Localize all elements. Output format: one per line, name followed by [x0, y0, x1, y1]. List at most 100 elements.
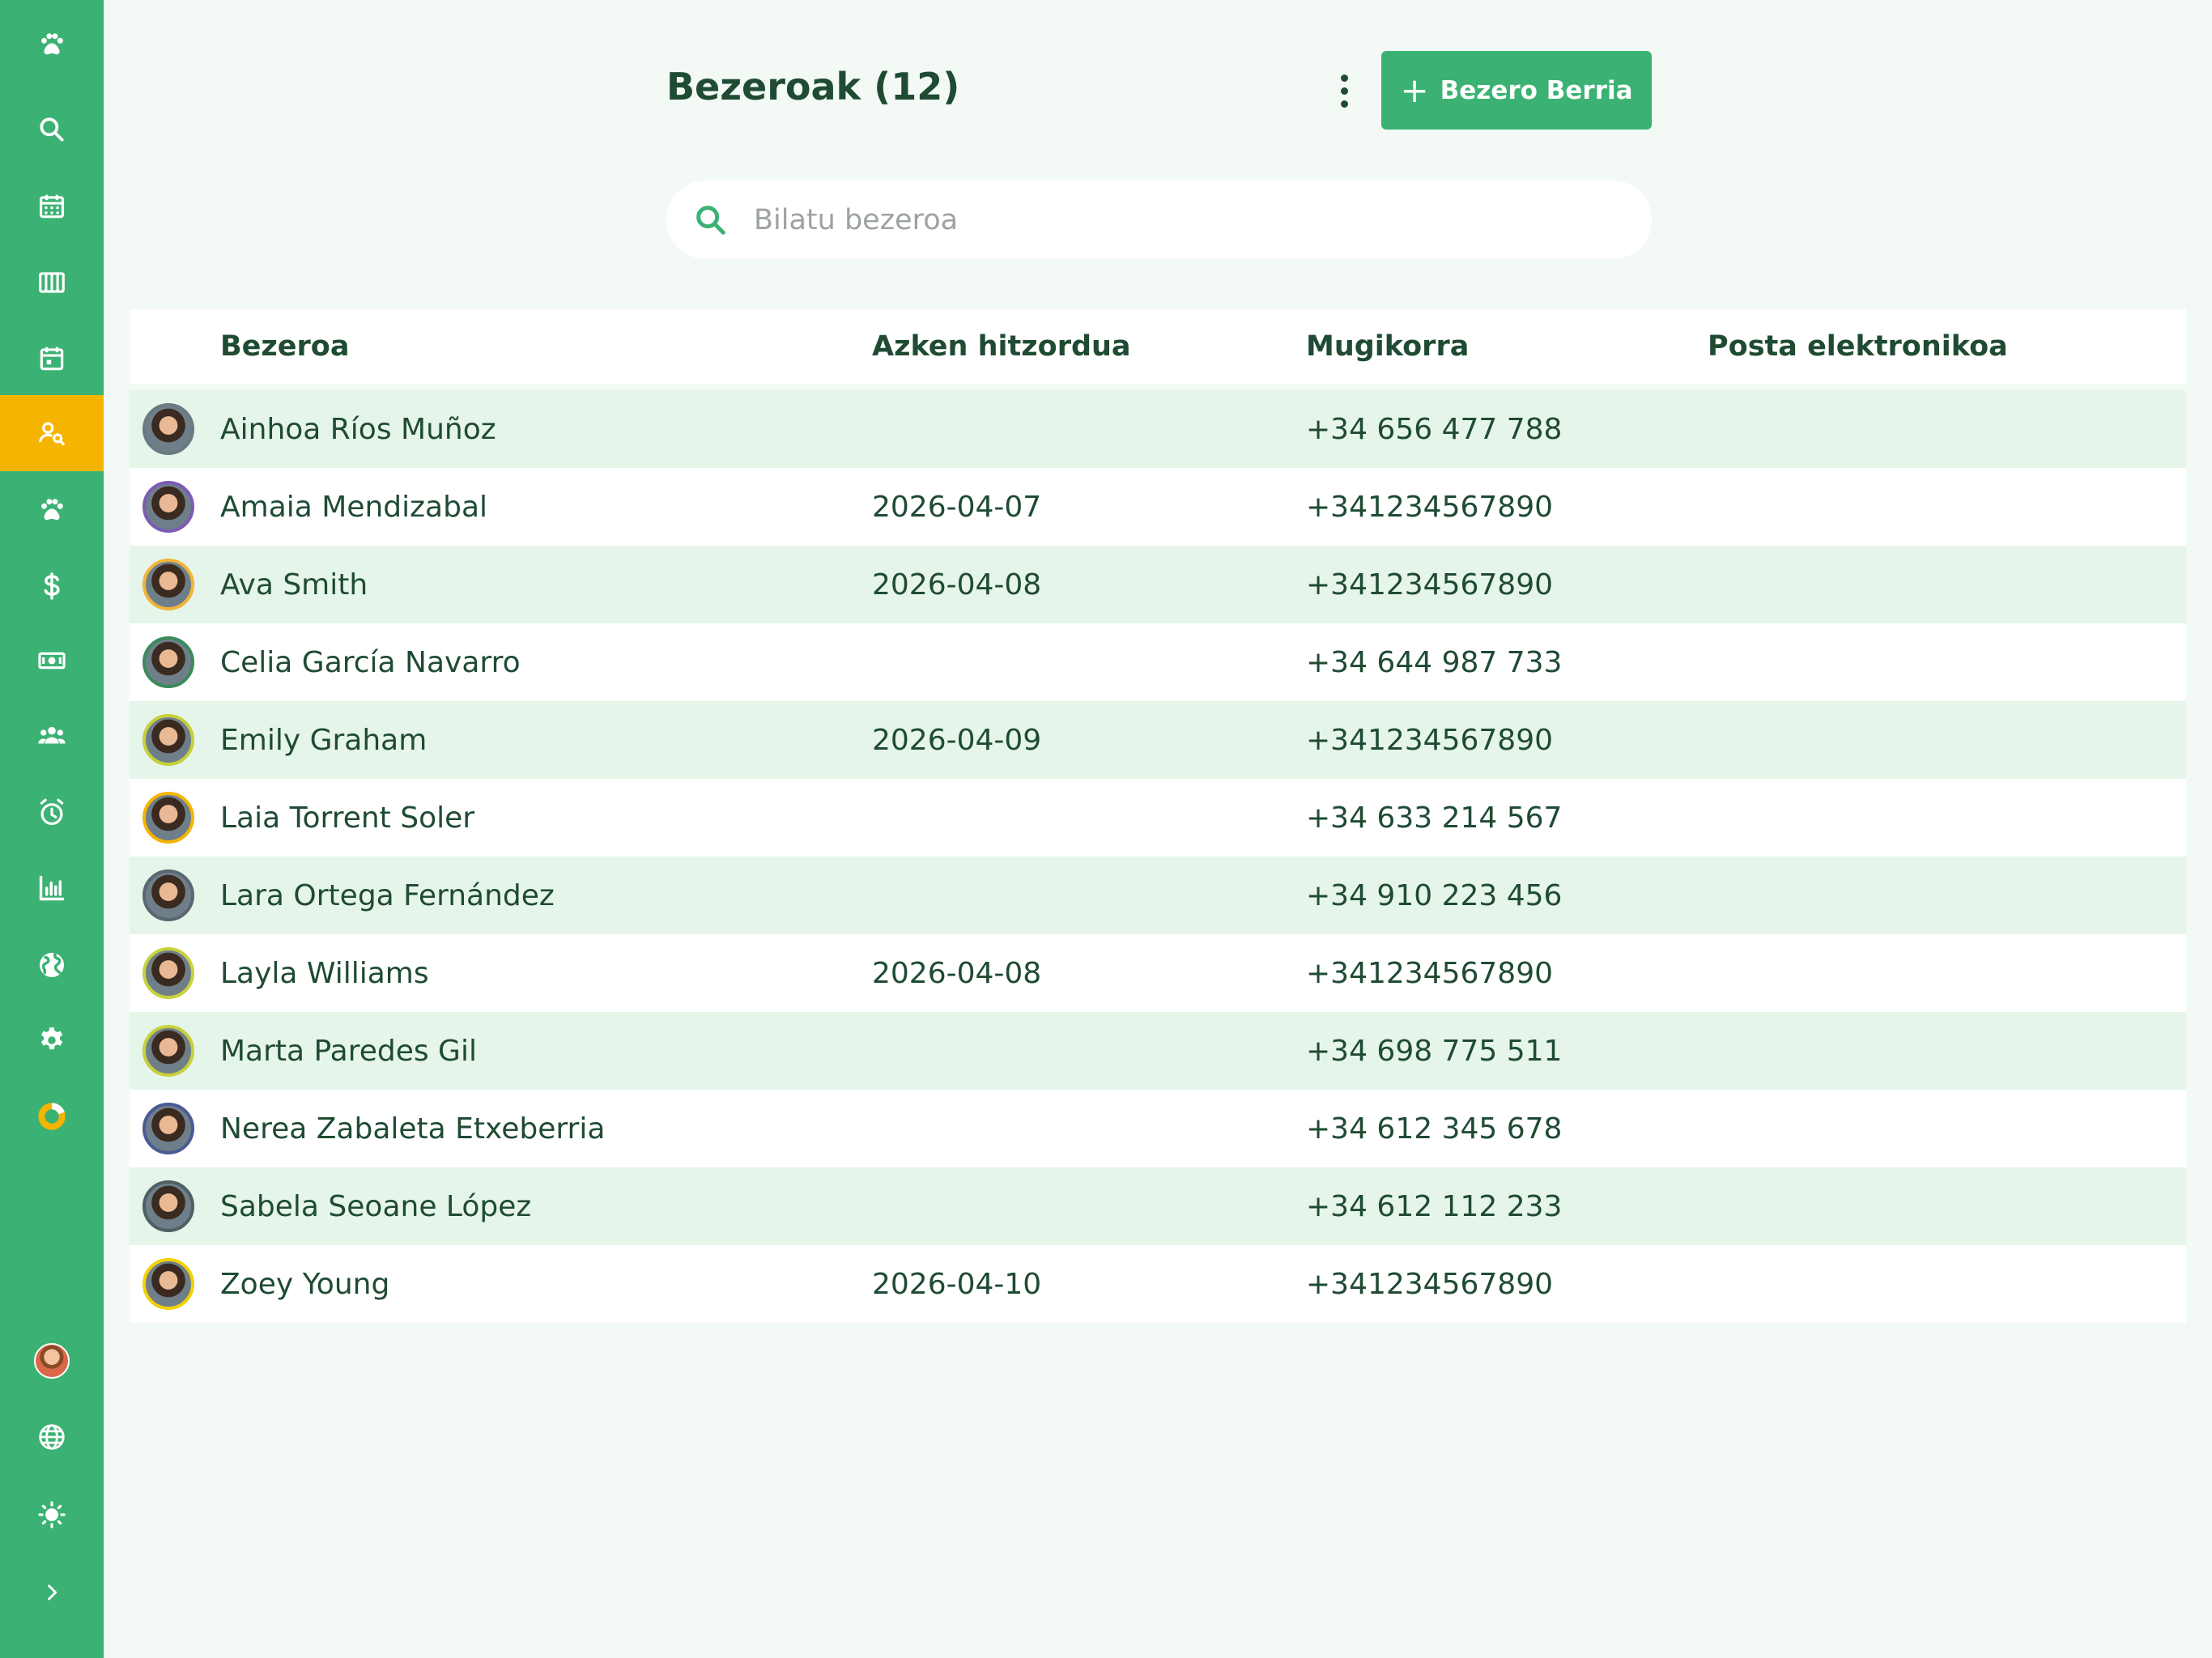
user-avatar	[34, 1343, 70, 1379]
table-header: Bezeroa Azken hitzordua Mugikorra Posta …	[130, 309, 2186, 384]
sidebar-item-cash[interactable]	[0, 623, 104, 699]
sidebar-item-progress[interactable]	[0, 1078, 104, 1154]
plus-icon: +	[1400, 70, 1429, 110]
client-name: Celia García Navarro	[220, 645, 521, 679]
settings-icon	[40, 1027, 63, 1050]
column-header-last-appointment[interactable]: Azken hitzordua	[872, 330, 1131, 363]
client-avatar	[143, 1180, 194, 1232]
sidebar-item-billing[interactable]	[0, 548, 104, 624]
alarm-icon	[40, 798, 64, 826]
sidebar-item-settings[interactable]	[0, 1002, 104, 1078]
globe-filled-icon	[39, 952, 65, 978]
more-options-button[interactable]	[1328, 68, 1360, 113]
client-avatar	[143, 559, 194, 610]
add-client-label: Bezero Berria	[1440, 75, 1633, 105]
client-name: Ainhoa Ríos Muñoz	[220, 412, 496, 446]
mobile-number: +34 910 223 456	[1306, 878, 1563, 912]
client-name: Emily Graham	[220, 723, 428, 757]
search-icon	[40, 117, 64, 142]
client-avatar	[143, 481, 194, 533]
column-header-email[interactable]: Posta elektronikoa	[1708, 330, 2008, 363]
column-header-mobile[interactable]: Mugikorra	[1306, 330, 1469, 363]
client-name: Laia Torrent Soler	[220, 801, 475, 835]
sidebar-item-board[interactable]	[0, 244, 104, 321]
language-globe-icon	[39, 1424, 65, 1450]
sidebar-theme[interactable]	[0, 1477, 104, 1553]
last-appointment: 2026-04-10	[872, 1267, 1042, 1301]
chevron-right-icon	[48, 1584, 57, 1601]
client-name: Zoey Young	[220, 1267, 390, 1301]
calendar-day-icon	[40, 346, 64, 371]
columns-icon	[39, 272, 65, 293]
paw-icon	[41, 33, 63, 55]
sidebar-item-calendar[interactable]	[0, 168, 104, 244]
sidebar-language[interactable]	[0, 1399, 104, 1475]
client-name: Marta Paredes Gil	[220, 1034, 477, 1068]
sidebar-item-clients[interactable]	[0, 395, 104, 471]
client-avatar	[143, 792, 194, 844]
client-name: Ava Smith	[220, 568, 368, 602]
last-appointment: 2026-04-08	[872, 568, 1042, 602]
table-row[interactable]: Nerea Zabaleta Etxeberria +34 612 345 678	[130, 1090, 2186, 1167]
mobile-number: +34 633 214 567	[1306, 801, 1563, 835]
table-row[interactable]: Laia Torrent Soler +34 633 214 567	[130, 779, 2186, 857]
mobile-number: +34 698 775 511	[1306, 1034, 1563, 1068]
table-row[interactable]: Celia García Navarro +34 644 987 733	[130, 623, 2186, 701]
mobile-number: +34 656 477 788	[1306, 412, 1563, 446]
table-row[interactable]: Ainhoa Ríos Muñoz +34 656 477 788	[130, 390, 2186, 468]
sidebar-item-reminders[interactable]	[0, 775, 104, 851]
client-name: Lara Ortega Fernández	[220, 878, 555, 912]
mobile-number: +341234567890	[1306, 723, 1554, 757]
sidebar-item-agenda[interactable]	[0, 321, 104, 397]
client-avatar	[143, 403, 194, 455]
brightness-icon	[38, 1501, 66, 1528]
client-avatar	[143, 1103, 194, 1154]
cash-icon	[38, 652, 66, 670]
client-name: Nerea Zabaleta Etxeberria	[220, 1112, 606, 1146]
mobile-number: +34 644 987 733	[1306, 645, 1563, 679]
mobile-number: +34 612 112 233	[1306, 1189, 1563, 1223]
table-row[interactable]: Layla Williams 2026-04-08 +341234567890	[130, 934, 2186, 1012]
sidebar-item-web[interactable]	[0, 927, 104, 1003]
progress-donut-icon	[38, 1103, 66, 1130]
last-appointment: 2026-04-08	[872, 956, 1042, 990]
mobile-number: +341234567890	[1306, 956, 1554, 990]
sidebar-profile[interactable]	[0, 1323, 104, 1399]
sidebar-item-home[interactable]	[0, 6, 104, 83]
sidebar-item-reports[interactable]	[0, 850, 104, 926]
paw-icon	[41, 499, 63, 521]
sidebar-item-search[interactable]	[0, 91, 104, 168]
sidebar-item-team[interactable]	[0, 698, 104, 774]
table-row[interactable]: Emily Graham 2026-04-09 +341234567890	[130, 701, 2186, 779]
sidebar-item-pets[interactable]	[0, 472, 104, 548]
client-avatar	[143, 636, 194, 688]
client-avatar	[143, 1025, 194, 1077]
table-row[interactable]: Amaia Mendizabal 2026-04-07 +341234567890	[130, 468, 2186, 546]
client-avatar	[143, 869, 194, 921]
mobile-number: +341234567890	[1306, 568, 1554, 602]
dollar-icon	[44, 572, 60, 600]
client-avatar	[143, 1258, 194, 1310]
add-client-button[interactable]: + Bezero Berria	[1381, 51, 1652, 130]
client-search-icon	[39, 422, 65, 446]
client-name: Sabela Seoane López	[220, 1189, 532, 1223]
page-title: Bezeroak (12)	[666, 65, 960, 108]
table-row[interactable]: Ava Smith 2026-04-08 +341234567890	[130, 546, 2186, 623]
client-name: Layla Williams	[220, 956, 429, 990]
table-row[interactable]: Zoey Young 2026-04-10 +341234567890	[130, 1245, 2186, 1323]
more-vertical-icon	[1340, 74, 1348, 82]
table-row[interactable]: Sabela Seoane López +34 612 112 233	[130, 1167, 2186, 1245]
client-avatar	[143, 714, 194, 766]
table-row[interactable]: Lara Ortega Fernández +34 910 223 456	[130, 857, 2186, 934]
client-avatar	[143, 947, 194, 999]
table-row[interactable]: Marta Paredes Gil +34 698 775 511	[130, 1012, 2186, 1090]
mobile-number: +341234567890	[1306, 490, 1554, 524]
clients-table: Bezeroa Azken hitzordua Mugikorra Posta …	[130, 309, 2186, 1323]
sidebar	[0, 0, 104, 1658]
team-icon	[38, 726, 66, 744]
search-bar[interactable]	[666, 181, 1652, 259]
column-header-client[interactable]: Bezeroa	[220, 330, 349, 363]
table-body: Ainhoa Ríos Muñoz +34 656 477 788 Amaia Me…	[130, 390, 2186, 1323]
search-input[interactable]	[754, 203, 1604, 236]
sidebar-expand[interactable]	[0, 1554, 104, 1630]
